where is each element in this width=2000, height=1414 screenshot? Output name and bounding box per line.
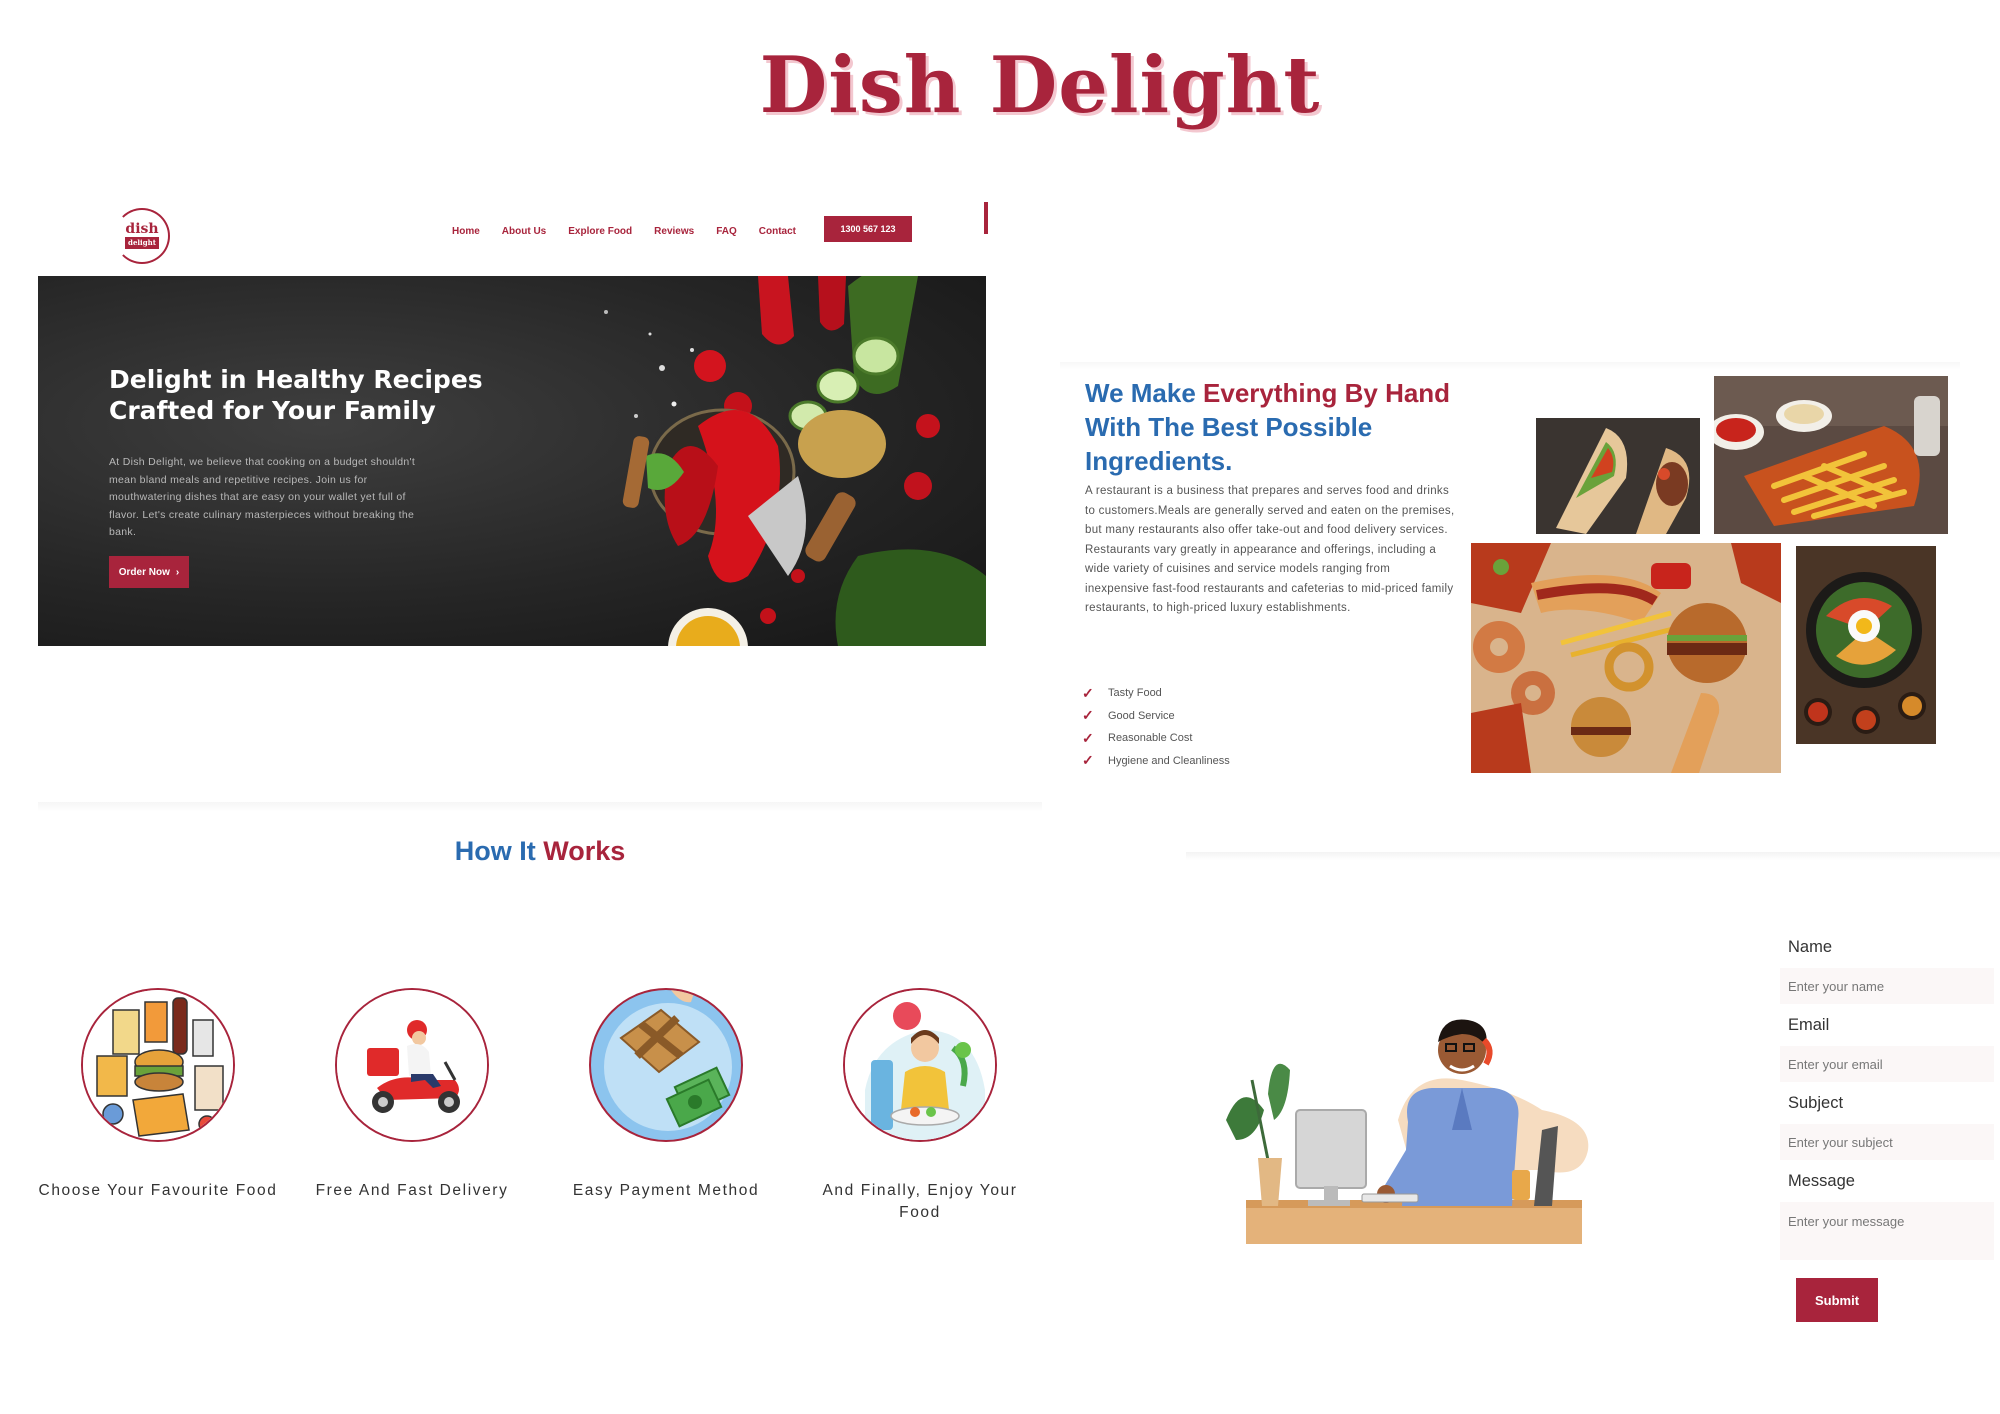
nav-contact[interactable]: Contact [759, 226, 796, 237]
message-label: Message [1788, 1172, 1855, 1190]
subject-field[interactable] [1780, 1124, 1994, 1160]
list-item: ✓ Reasonable Cost [1082, 727, 1230, 750]
hero-banner: Delight in Healthy Recipes Crafted for Y… [38, 276, 986, 646]
order-now-label: Order Now [118, 566, 170, 578]
hero-title: Delight in Healthy Recipes Crafted for Y… [109, 365, 483, 425]
step-label: Easy Payment Method [572, 1182, 760, 1199]
email-field[interactable] [1780, 1046, 1994, 1082]
feature-label: Hygiene and Cleanliness [1108, 754, 1230, 767]
name-label: Name [1788, 938, 1833, 956]
enjoy-food-icon [843, 988, 997, 1142]
feature-list: ✓ Tasty Food ✓ Good Service ✓ Reasonable Co… [1082, 682, 1230, 772]
step-label: And Finally, Enjoy Your Food [822, 1182, 1018, 1221]
about-title-part1: We Make [1085, 378, 1204, 408]
main-nav: Home About Us Explore Food Reviews FAQ C… [452, 226, 796, 237]
payment-icon [589, 988, 743, 1142]
bibimbap-photo [1796, 546, 1936, 744]
check-icon: ✓ [1082, 752, 1094, 769]
phone-button[interactable]: 1300 567 123 [824, 216, 912, 242]
about-text: A restaurant is a business that prepares… [1085, 482, 1455, 619]
feature-label: Good Service [1108, 709, 1175, 722]
step-label: Free And Fast Delivery [315, 1182, 509, 1199]
about-title-part2: With The Best Possible Ingredients. [1085, 412, 1373, 476]
submit-button[interactable]: Submit [1796, 1278, 1878, 1322]
logo-text: dish [125, 221, 159, 237]
about-divider [1060, 362, 1960, 370]
check-icon: ✓ [1082, 684, 1094, 701]
list-item: ✓ Good Service [1082, 705, 1230, 728]
message-field[interactable] [1780, 1202, 1994, 1260]
nav-faq[interactable]: FAQ [716, 226, 737, 237]
name-field[interactable] [1780, 968, 1994, 1004]
nav-reviews[interactable]: Reviews [654, 226, 694, 237]
check-icon: ✓ [1082, 729, 1094, 746]
site-header: dish delight Home About Us Explore Food … [38, 198, 988, 276]
hero-description: At Dish Delight, we believe that cooking… [109, 456, 416, 538]
office-worker-illustration [1226, 1019, 1589, 1244]
feature-label: Tasty Food [1108, 687, 1162, 700]
groceries-icon [81, 988, 235, 1142]
feature-label: Reasonable Cost [1108, 732, 1193, 745]
list-item: ✓ Tasty Food [1082, 682, 1230, 705]
nav-explore-food[interactable]: Explore Food [568, 226, 632, 237]
vegetables-image [604, 276, 986, 646]
nav-home[interactable]: Home [452, 226, 480, 237]
how-title: How It Works [38, 836, 1042, 867]
chevron-right-icon: › [175, 566, 180, 578]
delivery-scooter-icon [335, 988, 489, 1142]
contact-divider [1186, 852, 2000, 860]
about-paragraph-1: A restaurant is a business that prepares… [1085, 485, 1455, 536]
how-title-accent: Works [543, 836, 626, 866]
header-accent-bar [984, 202, 988, 234]
about-title: We Make Everything By Hand With The Best… [1085, 376, 1485, 478]
brand-title: Dish Delight [759, 40, 1321, 131]
nav-about-us[interactable]: About Us [502, 226, 546, 237]
step-card: Free And Fast Delivery [292, 988, 532, 1202]
email-label: Email [1788, 1016, 1830, 1034]
list-item: ✓ Hygiene and Cleanliness [1082, 750, 1230, 773]
subject-label: Subject [1788, 1094, 1844, 1112]
order-now-button[interactable]: Order Now › [109, 556, 189, 588]
how-divider [38, 802, 1042, 812]
fries-photo [1714, 376, 1948, 534]
step-card: Easy Payment Method [546, 988, 786, 1202]
logo-sub: delight [125, 237, 159, 249]
step-card: Choose Your Favourite Food [38, 988, 278, 1202]
step-label: Choose Your Favourite Food [38, 1182, 278, 1199]
contact-form: Name Email Subject Message [1780, 938, 2000, 1272]
fast-food-photo [1471, 543, 1781, 773]
about-title-accent: Everything By Hand [1203, 378, 1451, 408]
check-icon: ✓ [1082, 707, 1094, 724]
about-paragraph-2: Restaurants vary greatly in appearance a… [1085, 543, 1454, 615]
step-card: And Finally, Enjoy Your Food [800, 988, 1040, 1224]
site-logo[interactable]: dish delight [114, 208, 170, 264]
how-title-part1: How It [454, 836, 544, 866]
wraps-photo [1536, 418, 1700, 534]
